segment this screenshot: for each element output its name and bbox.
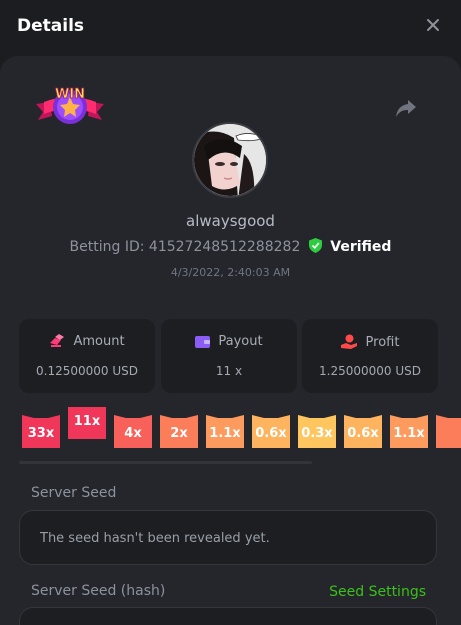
multiplier-chip: 0.6x — [252, 418, 290, 448]
verified-shield-icon — [308, 238, 322, 253]
betting-id-value: 41527248512288282 — [148, 239, 301, 255]
verified-label: Verified — [330, 239, 392, 255]
multiplier-chip: 0.6x — [344, 418, 382, 448]
stat-label: Amount — [73, 334, 125, 349]
server-seed-hash-field — [19, 607, 437, 625]
share-icon[interactable] — [394, 97, 418, 119]
server-seed-value: The seed hasn't been revealed yet. — [40, 531, 270, 546]
username: alwaysgood — [186, 212, 275, 230]
multiplier-chip: 11x — [68, 407, 106, 439]
multiplier-row: 33x 11x 4x 2x 1.1x 0.6x 0.3x 0.6x 1.1x — [22, 407, 461, 451]
stat-profit: Profit 1.25000000 USD — [302, 319, 438, 393]
server-seed-field: The seed hasn't been revealed yet. — [19, 510, 437, 565]
multiplier-chip: 2x — [160, 418, 198, 448]
multiplier-chip: 1.1x — [390, 418, 428, 448]
multiplier-chip: 33x — [22, 418, 60, 448]
details-header: Details — [0, 0, 461, 56]
server-seed-hash-label: Server Seed (hash) — [31, 583, 166, 599]
betting-id-label: Betting ID: — [69, 239, 145, 255]
seed-settings-link[interactable]: Seed Settings — [329, 584, 426, 600]
stat-value: 0.12500000 USD — [36, 364, 138, 378]
badge-text: WIN — [55, 87, 85, 102]
betting-id-line: Betting ID: 41527248512288282 Verified — [0, 238, 461, 255]
multiplier-chip: 4x — [114, 418, 152, 448]
coins-icon — [50, 334, 65, 347]
stat-value: 1.25000000 USD — [319, 364, 421, 378]
money-hand-icon — [340, 334, 357, 349]
win-badge-icon: WIN — [36, 87, 104, 124]
stat-label: Profit — [365, 335, 400, 350]
stat-value: 11 x — [215, 364, 243, 378]
server-seed-label: Server Seed — [31, 485, 117, 501]
stat-payout: Payout 11 x — [161, 319, 297, 393]
page-title: Details — [17, 16, 85, 36]
bet-timestamp: 4/3/2022, 2:40:03 AM — [170, 266, 291, 279]
multiplier-chip: 0.3x — [298, 418, 336, 448]
stat-amount: Amount 0.12500000 USD — [19, 319, 155, 393]
multiplier-chip — [436, 418, 461, 448]
wallet-icon — [195, 336, 211, 348]
close-icon[interactable] — [425, 17, 441, 33]
horizontal-scrollbar[interactable] — [19, 461, 312, 464]
stat-label: Payout — [218, 334, 263, 349]
avatar — [192, 122, 268, 198]
multiplier-chip: 1.1x — [206, 418, 244, 448]
